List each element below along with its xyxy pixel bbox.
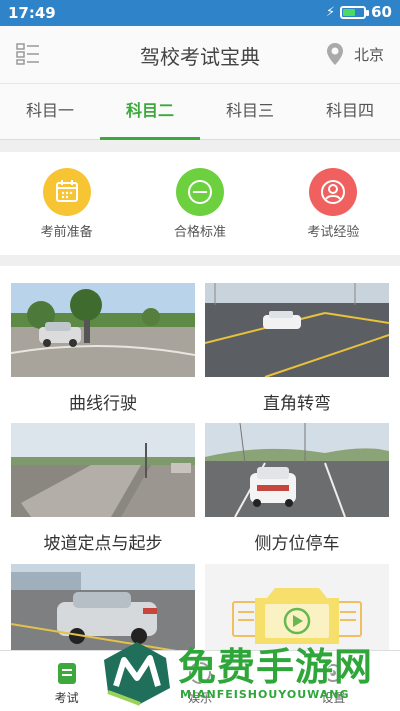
bottom-nav: 考试 娱乐 设置 — [0, 650, 400, 711]
nav-label: 设置 — [321, 691, 346, 705]
right-angle-turn-photo — [205, 283, 389, 377]
tab-subject-2[interactable]: 科目二 — [100, 84, 200, 140]
tab-subject-1[interactable]: 科目一 — [0, 84, 100, 139]
quick-action-label: 考试经验 — [307, 225, 360, 240]
card-curve-driving[interactable]: 曲线行驶 — [11, 283, 195, 414]
quick-actions: 考前准备 合格标准 考试经验 — [0, 152, 400, 255]
nav-settings[interactable]: 设置 — [267, 651, 400, 711]
card-slope-start[interactable]: 坡道定点与起步 — [11, 423, 195, 554]
exam-items-grid: 曲线行驶 直角转弯 坡道定点与起步 侧方位停车 — [0, 266, 400, 658]
status-bar: 17:49 ⚡ 60 — [0, 0, 400, 26]
car-photo — [11, 564, 195, 658]
status-time: 17:49 — [8, 4, 56, 22]
entertainment-icon — [188, 661, 212, 685]
charging-icon: ⚡ — [325, 4, 336, 20]
location-pin-icon — [326, 43, 343, 65]
exam-icon — [55, 661, 79, 685]
quick-action-standard[interactable]: 合格标准 — [133, 152, 266, 255]
calendar-icon — [42, 168, 91, 216]
video-placeholder-icon — [205, 564, 389, 658]
minus-circle-icon — [175, 168, 224, 216]
battery-percent: 60 — [371, 3, 392, 21]
subject-tabs: 科目一 科目二 科目三 科目四 — [0, 84, 400, 140]
quick-action-experience[interactable]: 考试经验 — [267, 152, 400, 255]
location-selector[interactable]: 北京 — [326, 42, 384, 66]
tab-subject-4[interactable]: 科目四 — [300, 84, 400, 139]
quick-action-prepare[interactable]: 考前准备 — [0, 152, 133, 255]
nav-label: 考试 — [54, 691, 79, 705]
curve-driving-photo — [11, 283, 195, 377]
nav-exam[interactable]: 考试 — [0, 651, 133, 711]
battery-icon — [340, 5, 370, 19]
card-label: 直角转弯 — [263, 394, 331, 414]
card-label: 坡道定点与起步 — [43, 534, 163, 554]
status-right: ⚡ 60 — [326, 3, 392, 21]
slope-start-photo — [11, 423, 195, 517]
quick-action-label: 考前准备 — [40, 225, 93, 240]
parallel-parking-photo — [205, 423, 389, 517]
card-label: 侧方位停车 — [254, 534, 340, 554]
nav-entertainment[interactable]: 娱乐 — [133, 651, 266, 711]
tab-subject-3[interactable]: 科目三 — [200, 84, 300, 139]
quick-action-label: 合格标准 — [173, 225, 226, 240]
battery-level — [343, 8, 356, 16]
settings-icon — [321, 661, 345, 685]
card-right-angle-turn[interactable]: 直角转弯 — [205, 283, 389, 414]
app-header: 驾校考试宝典 北京 — [0, 26, 400, 84]
location-label: 北京 — [353, 45, 384, 64]
card-label: 曲线行驶 — [69, 394, 137, 414]
person-icon — [309, 168, 358, 216]
card-parallel-parking[interactable]: 侧方位停车 — [205, 423, 389, 554]
nav-label: 娱乐 — [187, 691, 212, 705]
